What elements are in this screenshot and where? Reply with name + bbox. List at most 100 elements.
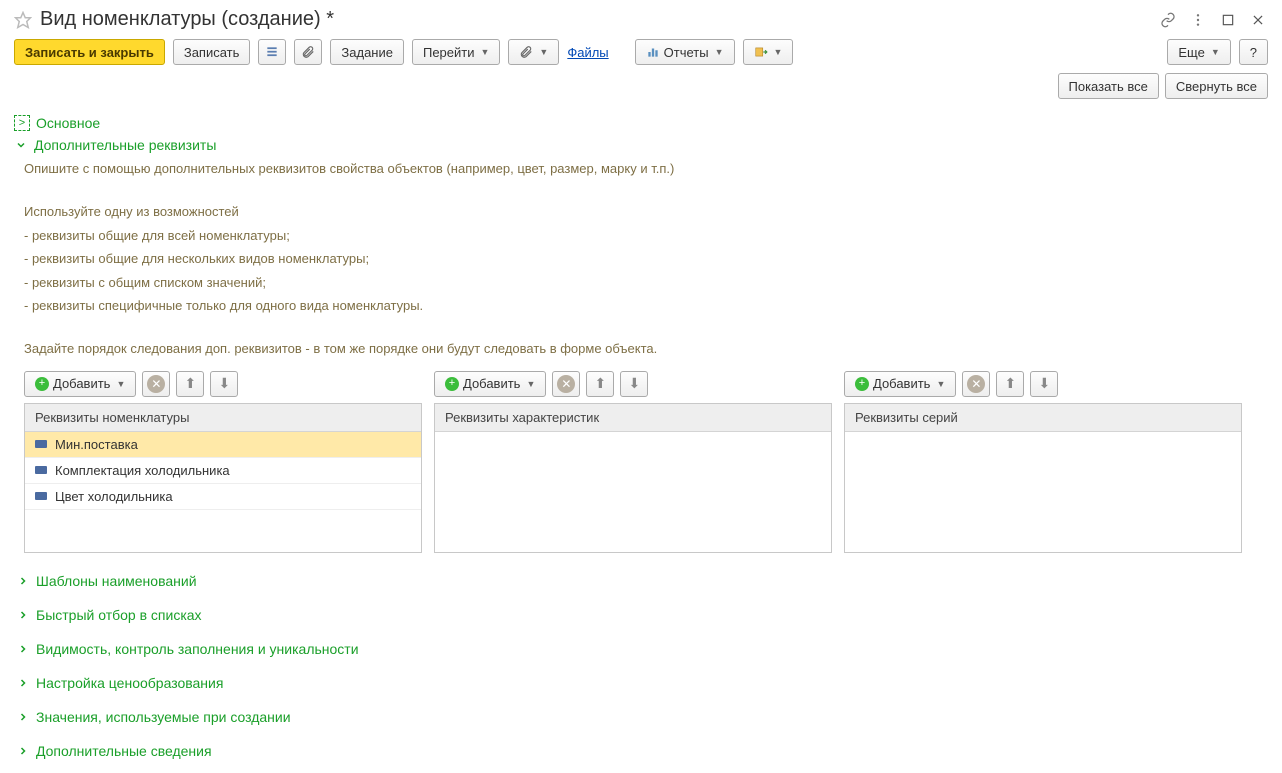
chevron-down-icon: ▼: [715, 47, 724, 57]
section-quick-filter[interactable]: Быстрый отбор в списках: [16, 607, 1268, 623]
section-main[interactable]: > Основное: [14, 115, 1268, 131]
hint-line: - реквизиты с общим списком значений;: [24, 273, 1268, 293]
favorite-star-icon[interactable]: [14, 11, 32, 29]
section-additional-attrs[interactable]: Дополнительные реквизиты: [14, 137, 1268, 153]
chevron-right-icon: [16, 710, 30, 724]
goto-button[interactable]: Перейти ▼: [412, 39, 500, 65]
arrow-up-icon: ⬆: [1005, 375, 1017, 392]
attachment-icon-button[interactable]: [294, 39, 322, 65]
add-button[interactable]: + Добавить ▼: [844, 371, 956, 397]
section-visibility[interactable]: Видимость, контроль заполнения и уникаль…: [16, 641, 1268, 657]
chevron-down-icon: ▼: [1211, 47, 1220, 57]
grid-header: Реквизиты серий: [845, 404, 1241, 432]
link-icon[interactable]: [1158, 10, 1178, 30]
attribute-icon: [35, 466, 47, 474]
grid-header: Реквизиты номенклатуры: [25, 404, 421, 432]
chevron-right-icon: [16, 574, 30, 588]
kebab-menu-icon[interactable]: [1188, 10, 1208, 30]
arrow-up-icon: ⬆: [185, 375, 197, 392]
hint-block: Опишите с помощью дополнительных реквизи…: [14, 159, 1268, 359]
hint-line: Используйте одну из возможностей: [24, 202, 1268, 222]
section-label: Шаблоны наименований: [36, 573, 197, 589]
add-label: Добавить: [463, 376, 520, 391]
hint-line: Задайте порядок следования доп. реквизит…: [24, 339, 1268, 359]
chevron-down-icon: ▼: [526, 379, 535, 389]
more-button[interactable]: Еще ▼: [1167, 39, 1230, 65]
move-up-button[interactable]: ⬆: [996, 371, 1024, 397]
attach-files-button[interactable]: ▼: [508, 39, 559, 65]
chevron-down-icon: ▼: [936, 379, 945, 389]
show-all-button[interactable]: Показать все: [1058, 73, 1159, 99]
section-label: Настройка ценообразования: [36, 675, 223, 691]
chevron-right-icon: [16, 744, 30, 758]
goto-label: Перейти: [423, 45, 475, 60]
plus-icon: +: [35, 377, 49, 391]
section-label: Значения, используемые при создании: [36, 709, 291, 725]
delete-button[interactable]: ✕: [552, 371, 580, 397]
chevron-down-icon: ▼: [774, 47, 783, 57]
section-creation-values[interactable]: Значения, используемые при создании: [16, 709, 1268, 725]
hint-line: Опишите с помощью дополнительных реквизи…: [24, 159, 1268, 179]
grid-nomenclature: Реквизиты номенклатуры Мин.поставка Комп…: [24, 403, 422, 553]
section-label: Видимость, контроль заполнения и уникаль…: [36, 641, 359, 657]
table-row[interactable]: Комплектация холодильника: [25, 458, 421, 484]
column-characteristics-attrs: + Добавить ▼ ✕ ⬆ ⬇ Реквизиты характерист…: [434, 371, 832, 553]
section-main-label: Основное: [36, 115, 100, 131]
grid-header: Реквизиты характеристик: [435, 404, 831, 432]
plus-icon: +: [855, 377, 869, 391]
add-button[interactable]: + Добавить ▼: [24, 371, 136, 397]
move-up-button[interactable]: ⬆: [176, 371, 204, 397]
hint-line: - реквизиты общие для нескольких видов н…: [24, 249, 1268, 269]
move-down-button[interactable]: ⬇: [210, 371, 238, 397]
chevron-down-icon: ▼: [116, 379, 125, 389]
chevron-right-icon: [16, 642, 30, 656]
chevron-right-icon: [16, 676, 30, 690]
reports-label: Отчеты: [664, 45, 709, 60]
chevron-down-icon: [14, 138, 28, 152]
arrow-up-icon: ⬆: [595, 375, 607, 392]
attribute-icon: [35, 440, 47, 448]
section-label: Дополнительные сведения: [36, 743, 212, 759]
move-down-button[interactable]: ⬇: [620, 371, 648, 397]
table-row[interactable]: Цвет холодильника: [25, 484, 421, 510]
add-label: Добавить: [53, 376, 110, 391]
page-title: Вид номенклатуры (создание) *: [40, 8, 1158, 31]
delete-icon: ✕: [967, 375, 985, 393]
export-icon-button[interactable]: ▼: [743, 39, 794, 65]
section-pricing[interactable]: Настройка ценообразования: [16, 675, 1268, 691]
column-series-attrs: + Добавить ▼ ✕ ⬆ ⬇ Реквизиты серий: [844, 371, 1242, 553]
delete-button[interactable]: ✕: [962, 371, 990, 397]
delete-icon: ✕: [557, 375, 575, 393]
chevron-down-icon: ▼: [539, 47, 548, 57]
column-nomenclature-attrs: + Добавить ▼ ✕ ⬆ ⬇ Реквизиты номенклатур…: [24, 371, 422, 553]
files-link[interactable]: Файлы: [567, 45, 608, 60]
section-label: Быстрый отбор в списках: [36, 607, 202, 623]
delete-button[interactable]: ✕: [142, 371, 170, 397]
save-and-close-button[interactable]: Записать и закрыть: [14, 39, 165, 65]
chevron-right-icon: >: [14, 115, 30, 131]
maximize-icon[interactable]: [1218, 10, 1238, 30]
list-icon-button[interactable]: [258, 39, 286, 65]
move-up-button[interactable]: ⬆: [586, 371, 614, 397]
save-button[interactable]: Записать: [173, 39, 251, 65]
arrow-down-icon: ⬇: [629, 375, 641, 392]
section-name-templates[interactable]: Шаблоны наименований: [16, 573, 1268, 589]
plus-icon: +: [445, 377, 459, 391]
grid-series: Реквизиты серий: [844, 403, 1242, 553]
table-row[interactable]: Мин.поставка: [25, 432, 421, 458]
close-icon[interactable]: [1248, 10, 1268, 30]
hint-line: - реквизиты общие для всей номенклатуры;: [24, 226, 1268, 246]
task-button[interactable]: Задание: [330, 39, 404, 65]
help-button[interactable]: ?: [1239, 39, 1268, 65]
collapse-all-button[interactable]: Свернуть все: [1165, 73, 1268, 99]
row-label: Мин.поставка: [55, 437, 138, 452]
hint-line: - реквизиты специфичные только для одног…: [24, 296, 1268, 316]
move-down-button[interactable]: ⬇: [1030, 371, 1058, 397]
arrow-down-icon: ⬇: [219, 375, 231, 392]
reports-button[interactable]: Отчеты ▼: [635, 39, 735, 65]
add-button[interactable]: + Добавить ▼: [434, 371, 546, 397]
add-label: Добавить: [873, 376, 930, 391]
delete-icon: ✕: [147, 375, 165, 393]
section-additional-info[interactable]: Дополнительные сведения: [16, 743, 1268, 759]
chevron-down-icon: ▼: [481, 47, 490, 57]
